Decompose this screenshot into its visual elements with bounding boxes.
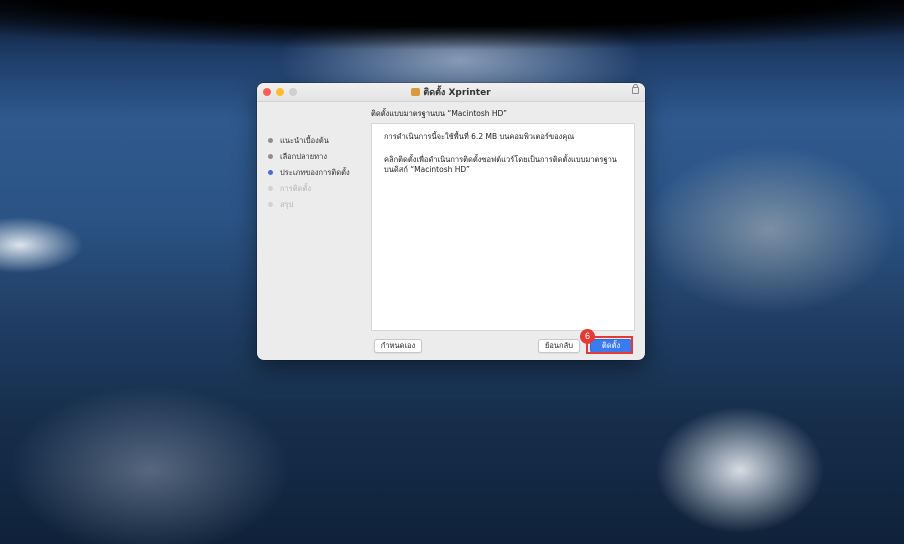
step-destination: เลือกปลายทาง (268, 152, 350, 168)
step-dot-icon (268, 170, 273, 175)
customize-button[interactable]: กำหนดเอง (374, 339, 422, 353)
step-dot-icon (268, 202, 273, 207)
package-icon (411, 88, 421, 96)
install-subtitle: ติดตั้งแบบมาตรฐานบน “Macintosh HD” (371, 109, 508, 118)
step-label: แนะนำเบื้องต้น (280, 136, 329, 145)
step-dot-icon (268, 138, 273, 143)
step-list: แนะนำเบื้องต้น เลือกปลายทาง ประเภทของการ… (268, 136, 350, 216)
step-dot-icon (268, 186, 273, 191)
install-instruction-text: คลิกติดตั้งเพื่อดำเนินการติดตั้งซอฟต์แวร… (384, 155, 617, 174)
window-title: ติดตั้ง Xprinter (423, 88, 491, 98)
step-installation: การติดตั้ง (268, 184, 350, 200)
back-button[interactable]: ย้อนกลับ (538, 339, 580, 353)
step-introduction: แนะนำเบื้องต้น (268, 136, 350, 152)
content-panel: การดำเนินการนี้จะใช้พื้นที่ 6.2 MB บนคอม… (371, 123, 635, 331)
disk-space-text: การดำเนินการนี้จะใช้พื้นที่ 6.2 MB บนคอม… (384, 132, 575, 141)
step-number-badge: 6 (580, 329, 595, 344)
installer-window: ติดตั้ง Xprinter ติดตั้งแบบมาตรฐานบน “Ma… (257, 83, 645, 360)
step-label: ประเภทของการติดตั้ง (280, 168, 350, 177)
step-summary: สรุป (268, 200, 350, 216)
step-label: การติดตั้ง (280, 184, 312, 193)
space-background (0, 0, 904, 60)
step-dot-icon (268, 154, 273, 159)
step-installation-type: ประเภทของการติดตั้ง (268, 168, 350, 184)
step-label: เลือกปลายทาง (280, 152, 327, 161)
lock-icon (632, 84, 639, 94)
title-bar[interactable]: ติดตั้ง Xprinter (257, 83, 645, 102)
window-title-wrap: ติดตั้ง Xprinter (257, 85, 645, 99)
step-label: สรุป (280, 200, 294, 209)
